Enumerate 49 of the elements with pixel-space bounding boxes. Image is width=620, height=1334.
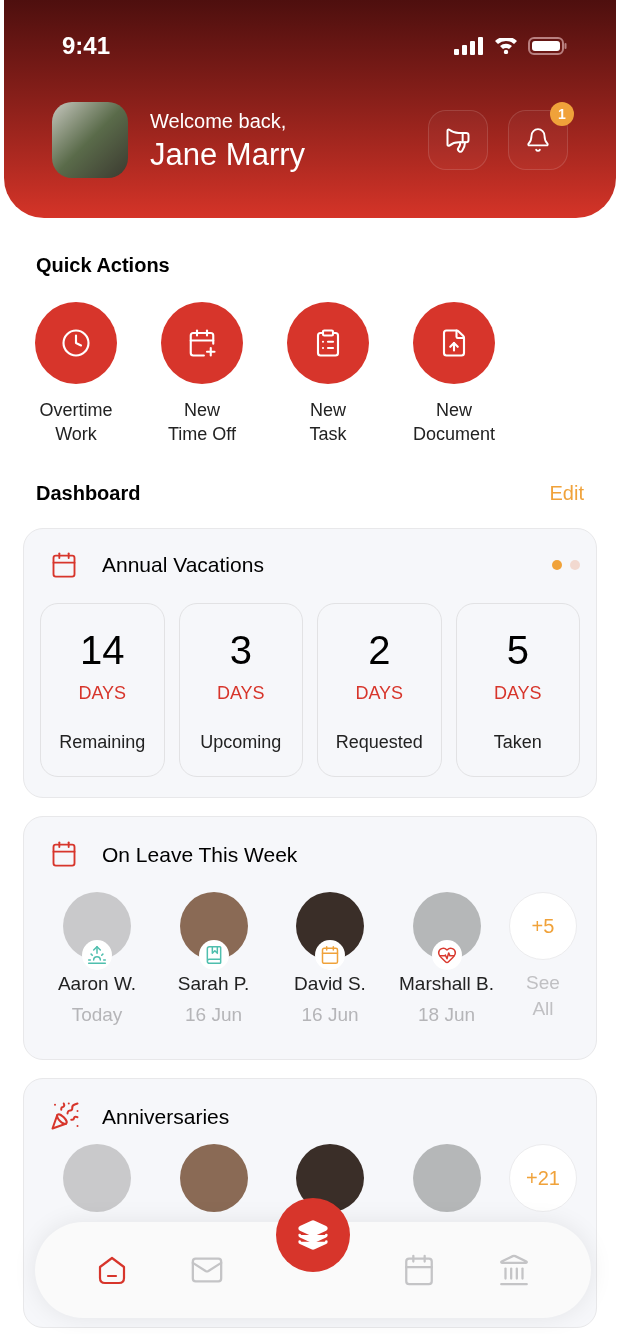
quick-action-label: New Document [412,399,495,446]
more-people-button[interactable]: +5 [509,892,577,960]
bell-icon [525,127,551,153]
person-name: Sarah P. [177,972,250,996]
stat-unit: DAYS [355,681,404,705]
notification-count: 1 [550,102,574,126]
person-name: David S. [294,972,366,996]
calendar-plus-icon [187,328,217,358]
greeting-text: Welcome back, [150,108,288,134]
more-people-button[interactable]: +21 [509,1144,577,1212]
quick-action-label: Overtime Work [39,399,113,446]
stat-unit: DAYS [493,681,542,705]
stat-value: 2 [368,626,391,674]
edit-link[interactable]: Edit [549,478,584,508]
party-popper-icon [50,1101,80,1132]
stat-value: 3 [229,626,252,674]
quick-action-label: New Time Off [168,399,236,446]
calendar-icon [50,840,78,869]
section-title: Quick Actions [36,254,170,276]
stat-unit: DAYS [216,681,265,705]
signal-icon [454,36,484,56]
card-title: Annual Vacations [102,552,264,578]
wifi-icon [494,38,518,54]
person-name: Aaron W. [57,972,137,996]
user-name: Jane Marry [150,135,306,174]
stat-unit: DAYS [78,681,127,705]
leave-date: 16 Jun [301,1002,359,1027]
notifications-button[interactable] [508,110,568,170]
battery-icon [528,37,568,55]
stat-value: 14 [80,626,125,674]
stat-label: Remaining [59,730,146,754]
card-title: Anniversaries [102,1103,230,1130]
stat-label: Upcoming [200,730,282,754]
announcements-button[interactable] [428,110,488,170]
card-title: On Leave This Week [102,841,298,868]
stat-label: Taken [493,730,542,754]
calendar-icon [50,550,78,579]
person-name: Marshall B. [399,972,494,996]
layers-icon [296,1219,329,1251]
clock-icon [61,328,91,358]
status-time: 9:41 [62,31,111,61]
quick-action-label: New Task [309,399,347,446]
leave-date: Today [71,1002,123,1027]
stat-value: 5 [506,626,529,674]
stat-label: Requested [335,730,423,754]
megaphone-icon [444,126,472,154]
leave-date: 18 Jun [417,1002,475,1027]
section-title: Dashboard [36,481,141,506]
leave-date: 16 Jun [184,1002,242,1027]
